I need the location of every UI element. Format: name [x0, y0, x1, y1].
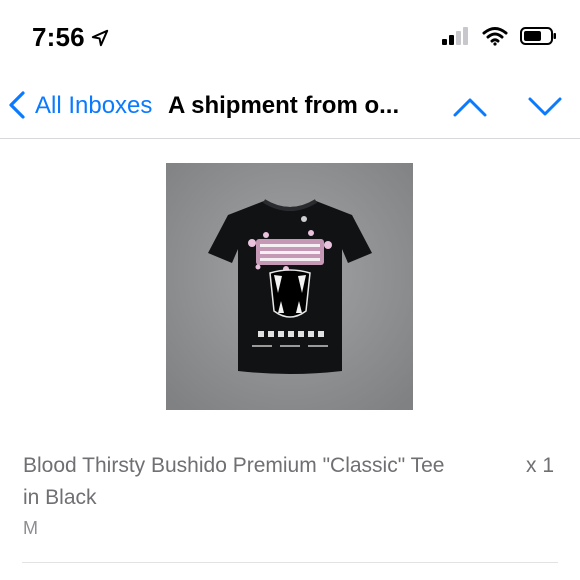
black-tshirt-image [166, 163, 413, 410]
status-bar: 7:56 [0, 0, 580, 70]
status-time: 7:56 [32, 22, 109, 53]
nav-divider [0, 138, 580, 139]
chevron-down-icon[interactable] [527, 96, 563, 118]
product-quantity: x 1 [525, 454, 554, 477]
product-name: Blood Thirsty Bushido Premium "Classic" … [23, 454, 445, 509]
chevron-up-icon[interactable] [452, 96, 488, 118]
product-image[interactable] [166, 163, 413, 410]
wifi-icon [482, 27, 508, 46]
status-icons [442, 26, 558, 46]
product-size: M [23, 518, 38, 538]
location-arrow-icon [91, 29, 109, 46]
cellular-signal-icon [442, 27, 468, 45]
item-divider [22, 562, 558, 563]
battery-icon [520, 27, 556, 45]
message-subject: A shipment from o... [168, 92, 400, 119]
chevron-left-icon[interactable] [6, 90, 30, 120]
back-to-inboxes-button[interactable]: All Inboxes [35, 92, 152, 120]
time-label: 7:56 [32, 22, 85, 52]
mail-nav-bar: All Inboxes A shipment from o... [0, 80, 580, 134]
